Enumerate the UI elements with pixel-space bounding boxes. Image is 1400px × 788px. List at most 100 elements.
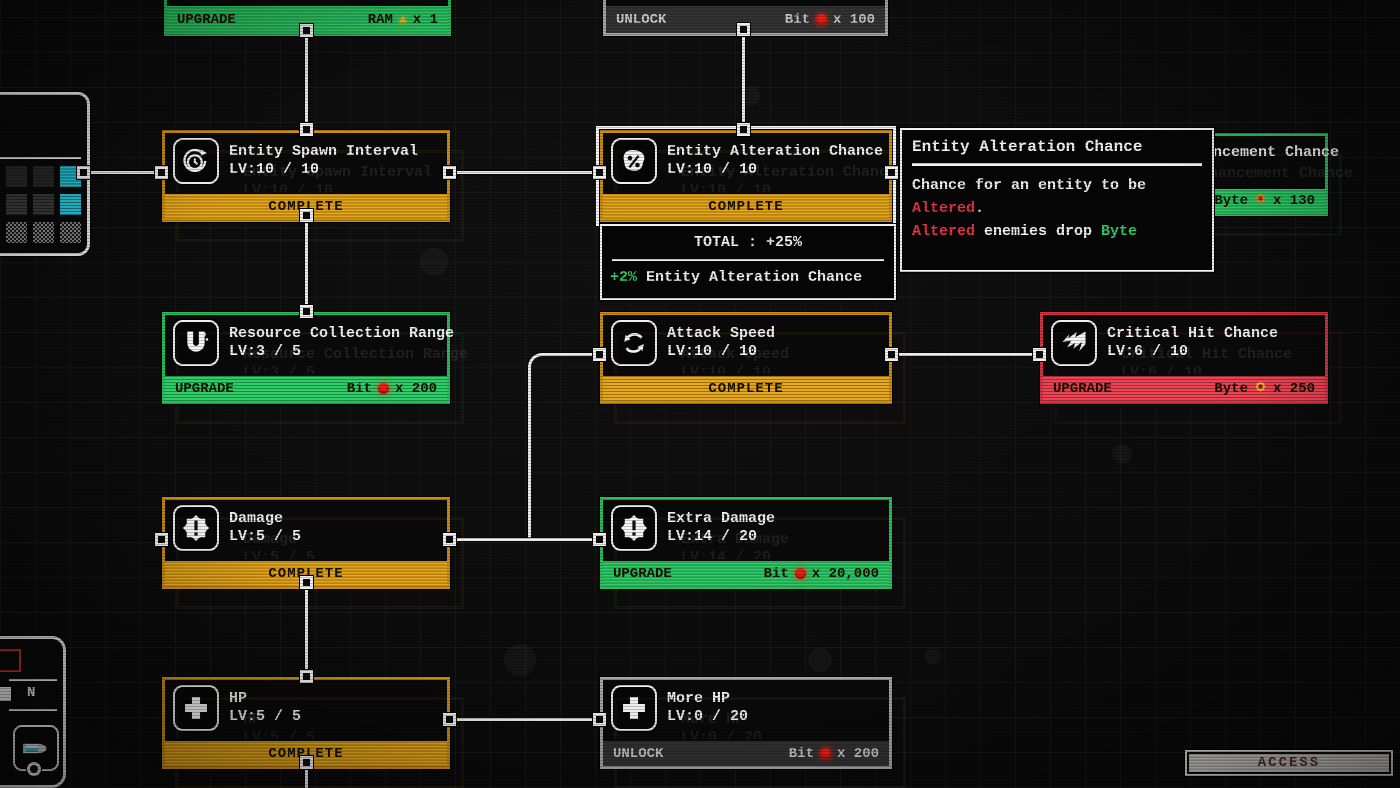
cost-amount: x 100	[833, 12, 875, 28]
tooltip-divider	[912, 163, 1202, 166]
ram-icon	[399, 12, 407, 28]
unlock-button[interactable]: UNLOCK Bit x 200	[603, 739, 889, 766]
skill-node-resource-collection-range[interactable]: Resource Collection Range LV:3 / 5 UPGRA…	[162, 312, 450, 404]
memory-cell-static[interactable]	[6, 222, 27, 243]
node-title: Entity Spawn Interval	[229, 143, 418, 160]
node-level: LV:0 / 20	[667, 708, 748, 725]
connector-node	[300, 123, 313, 136]
cost: Bit x 100	[785, 12, 875, 28]
cost-amount: x 1	[413, 12, 438, 28]
connector-node	[593, 348, 606, 361]
node-body: Entity Alteration Chance LV:10 / 10	[603, 133, 889, 188]
cost: Bit x 200	[347, 381, 437, 397]
cost: Bit x 200	[789, 746, 879, 762]
tree-connection-line	[742, 30, 745, 130]
node-title: Critical Hit Chance	[1107, 325, 1278, 342]
node-level: LV:10 / 10	[229, 161, 418, 178]
damage-gear-icon	[173, 505, 219, 551]
red-slot	[0, 649, 21, 672]
connector-node	[155, 533, 168, 546]
status-label: COMPLETE	[708, 199, 783, 215]
spawn-interval-icon	[173, 138, 219, 184]
node-title: Extra Damage	[667, 510, 775, 527]
bit-icon	[820, 748, 831, 759]
node-title: Resource Collection Range	[229, 325, 454, 342]
attack-speed-icon	[611, 320, 657, 366]
connector-node	[300, 209, 313, 222]
cost-amount: x 20,000	[812, 566, 879, 582]
currency-label: Bit	[785, 12, 810, 28]
memory-cell-active[interactable]	[60, 194, 81, 215]
connector-node	[593, 713, 606, 726]
upgrade-button[interactable]: UPGRADE Bit x 20,000	[603, 559, 889, 586]
tree-connection-line	[450, 718, 600, 721]
total-divider	[612, 259, 884, 261]
connector-node	[27, 762, 41, 776]
action-label: UPGRADE	[613, 566, 672, 582]
tree-connection-line	[305, 583, 308, 677]
node-body: HP LV:5 / 5	[165, 680, 447, 735]
skill-node-critical-hit-chance[interactable]: Critical Hit Chance LV:6 / 10 UPGRADE By…	[1040, 312, 1328, 404]
cost-amount: x 200	[837, 746, 879, 762]
action-label: UNLOCK	[613, 746, 663, 762]
skill-node-entity-alteration-chance[interactable]: Entity Alteration Chance LV:10 / 10 COMP…	[600, 130, 892, 222]
byte-icon	[1254, 380, 1267, 398]
cost: Byte x 130	[1214, 192, 1315, 210]
node-level: LV:3 / 5	[229, 343, 454, 360]
skill-node-extra-damage[interactable]: Extra Damage LV:14 / 20 UPGRADE Bit x 20…	[600, 497, 892, 589]
memory-cell[interactable]	[33, 166, 54, 187]
node-body: Damage LV:5 / 5	[165, 500, 447, 555]
panel-divider	[0, 157, 81, 159]
tooltip-line: Chance for an entity to be	[912, 174, 1202, 197]
total-summary-box: TOTAL : +25% +2% Entity Alteration Chanc…	[600, 224, 896, 300]
tooltip: Entity Alteration Chance Chance for an e…	[900, 128, 1214, 272]
node-title: HP	[229, 690, 301, 707]
total-label: TOTAL : +25%	[602, 226, 894, 251]
bit-icon	[816, 14, 827, 25]
node-level: LV:6 / 10	[1107, 343, 1278, 360]
tree-connection-line	[892, 353, 1040, 356]
connector-node	[737, 23, 750, 36]
currency-label: Byte	[1214, 193, 1248, 209]
cost: Byte x 250	[1214, 380, 1315, 398]
status-label: COMPLETE	[708, 381, 783, 397]
node-body: Entity Spawn Interval LV:10 / 10	[165, 133, 447, 188]
connector-node	[300, 670, 313, 683]
connector-node	[885, 348, 898, 361]
tree-connection-line	[528, 353, 603, 541]
upgrade-button[interactable]: UPGRADE Bit x 200	[165, 374, 447, 401]
memory-cell-static[interactable]	[33, 222, 54, 243]
skill-tree-screen: UPGRADE RAM x 1 UNLOCK Bit x 100 Entity …	[0, 0, 1400, 788]
upgrade-button[interactable]: UPGRADE Byte x 250	[1043, 374, 1325, 401]
node-title: More HP	[667, 690, 748, 707]
magnet-icon	[173, 320, 219, 366]
skill-node-attack-speed[interactable]: Attack Speed LV:10 / 10 COMPLETE	[600, 312, 892, 404]
tooltip-line: Altered.	[912, 197, 1202, 220]
access-button[interactable]: ACCESS	[1185, 750, 1393, 776]
cost-amount: x 200	[395, 381, 437, 397]
node-title: Attack Speed	[667, 325, 775, 342]
node-title: hancement Chance	[1195, 144, 1339, 161]
connector-node	[593, 533, 606, 546]
memory-cell-static[interactable]	[60, 222, 81, 243]
byte-icon	[1254, 192, 1267, 210]
memory-cell[interactable]	[6, 166, 27, 187]
node-body: Critical Hit Chance LV:6 / 10	[1043, 315, 1325, 370]
tree-connection-line	[305, 31, 308, 130]
connector-node	[737, 123, 750, 136]
connector-node	[443, 533, 456, 546]
status-bar: COMPLETE	[603, 374, 889, 401]
skill-node-more-hp[interactable]: More HP LV:0 / 20 UNLOCK Bit x 200	[600, 677, 892, 769]
connector-node	[443, 166, 456, 179]
action-label: UPGRADE	[175, 381, 234, 397]
memory-cell[interactable]	[33, 194, 54, 215]
panel-label: N	[27, 685, 35, 701]
node-level: LV:10 / 10	[667, 343, 775, 360]
node-title: Damage	[229, 510, 301, 527]
connector-node	[593, 166, 606, 179]
tooltip-title: Entity Alteration Chance	[912, 138, 1202, 156]
connector-node	[77, 166, 90, 179]
tree-connection-line	[450, 171, 600, 174]
memory-cell[interactable]	[6, 194, 27, 215]
connector-node	[300, 24, 313, 37]
